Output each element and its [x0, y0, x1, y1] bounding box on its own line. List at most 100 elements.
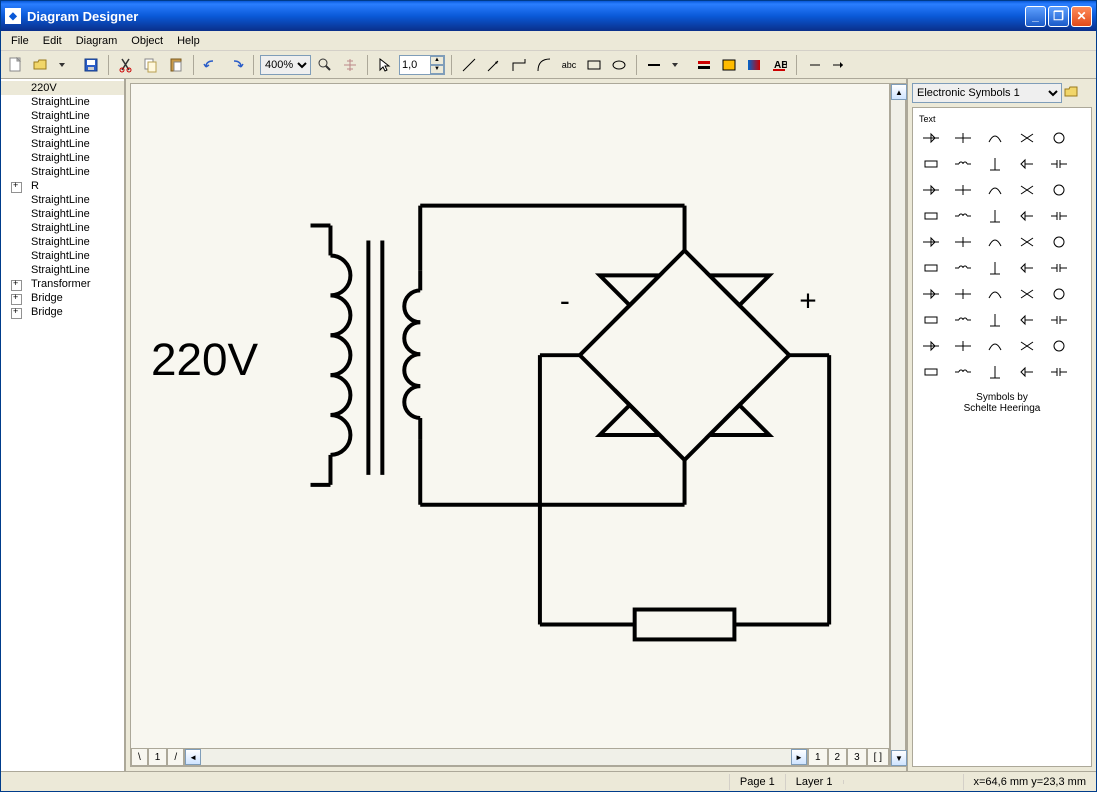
layer-tab-2[interactable]: 2 — [828, 748, 848, 766]
line-dropdown-icon[interactable] — [668, 54, 690, 76]
circuit-drawing[interactable]: 220V — [131, 84, 889, 766]
palette-text-label[interactable]: Text — [919, 114, 1085, 124]
palette-symbol[interactable] — [951, 284, 975, 304]
scroll-right-icon[interactable]: ► — [791, 749, 807, 765]
palette-symbol[interactable] — [983, 362, 1007, 382]
pointer-tool[interactable] — [374, 54, 396, 76]
palette-symbol[interactable] — [1015, 258, 1039, 278]
tree-item[interactable]: StraightLine — [1, 109, 124, 123]
linewidth-field[interactable]: ▲▼ — [399, 55, 445, 75]
palette-symbol[interactable] — [919, 258, 943, 278]
zoom-select[interactable]: 400% — [260, 55, 311, 75]
close-button[interactable]: ✕ — [1071, 6, 1092, 27]
palette-symbol[interactable] — [983, 180, 1007, 200]
text-tool[interactable]: abc — [558, 54, 580, 76]
line-color-button[interactable] — [693, 54, 715, 76]
layer-tab-3[interactable]: 3 — [847, 748, 867, 766]
save-button[interactable] — [80, 54, 102, 76]
palette-symbol[interactable] — [1047, 128, 1071, 148]
redo-button[interactable] — [225, 54, 247, 76]
palette-symbol[interactable] — [919, 284, 943, 304]
menu-help[interactable]: Help — [171, 33, 206, 49]
maximize-button[interactable]: ❐ — [1048, 6, 1069, 27]
palette-symbol[interactable] — [951, 206, 975, 226]
tree-item[interactable]: StraightLine — [1, 249, 124, 263]
tree-item[interactable]: Bridge — [1, 291, 124, 305]
object-tree[interactable]: 220VStraightLineStraightLineStraightLine… — [1, 79, 126, 771]
connector-tool[interactable] — [508, 54, 530, 76]
new-button[interactable] — [5, 54, 27, 76]
page-tab-fwd[interactable]: / — [167, 748, 184, 766]
palette-symbol[interactable] — [983, 310, 1007, 330]
palette-symbol[interactable] — [951, 232, 975, 252]
tree-item[interactable]: Transformer — [1, 277, 124, 291]
palette-symbol[interactable] — [919, 362, 943, 382]
scroll-up-icon[interactable]: ▲ — [891, 84, 907, 100]
palette-symbol[interactable] — [1015, 154, 1039, 174]
palette-symbol[interactable] — [1047, 180, 1071, 200]
palette-symbol[interactable] — [983, 154, 1007, 174]
gradient-button[interactable] — [743, 54, 765, 76]
ellipse-tool[interactable] — [608, 54, 630, 76]
palette-symbol[interactable] — [1015, 206, 1039, 226]
tree-item[interactable]: StraightLine — [1, 123, 124, 137]
palette-symbol[interactable] — [1047, 232, 1071, 252]
hscroll-track[interactable] — [201, 749, 791, 765]
palette-symbol[interactable] — [1015, 362, 1039, 382]
palette-symbol[interactable] — [983, 336, 1007, 356]
page-tab-1[interactable]: 1 — [148, 748, 168, 766]
palette-symbol[interactable] — [1047, 362, 1071, 382]
palette-symbol[interactable] — [983, 128, 1007, 148]
menu-file[interactable]: File — [5, 33, 35, 49]
palette-symbol[interactable] — [1015, 128, 1039, 148]
menu-object[interactable]: Object — [125, 33, 169, 49]
menu-diagram[interactable]: Diagram — [70, 33, 124, 49]
tree-item[interactable]: StraightLine — [1, 207, 124, 221]
rect-tool[interactable] — [583, 54, 605, 76]
arrow-end-button[interactable] — [828, 54, 850, 76]
tree-item[interactable]: StraightLine — [1, 95, 124, 109]
palette-symbol[interactable] — [951, 336, 975, 356]
tree-item[interactable]: 220V — [1, 81, 124, 95]
palette-symbol[interactable] — [919, 336, 943, 356]
menu-edit[interactable]: Edit — [37, 33, 68, 49]
palette-symbol[interactable] — [1015, 310, 1039, 330]
tree-item[interactable]: StraightLine — [1, 193, 124, 207]
palette-symbol[interactable] — [919, 154, 943, 174]
palette-library-select[interactable]: Electronic Symbols 1 — [912, 83, 1062, 103]
palette-symbol[interactable] — [1047, 284, 1071, 304]
palette-symbol[interactable] — [1047, 154, 1071, 174]
palette-symbol[interactable] — [1015, 180, 1039, 200]
palette-symbol[interactable] — [951, 310, 975, 330]
palette-symbol[interactable] — [951, 362, 975, 382]
undo-button[interactable] — [200, 54, 222, 76]
open-button[interactable] — [30, 54, 52, 76]
palette-symbol[interactable] — [983, 284, 1007, 304]
cut-button[interactable] — [115, 54, 137, 76]
palette-symbol[interactable] — [983, 232, 1007, 252]
palette-symbol[interactable] — [919, 128, 943, 148]
palette-symbol[interactable] — [951, 180, 975, 200]
palette-symbol[interactable] — [919, 310, 943, 330]
palette-symbol[interactable] — [951, 154, 975, 174]
palette-symbol[interactable] — [919, 206, 943, 226]
tree-item[interactable]: StraightLine — [1, 151, 124, 165]
line-tool[interactable] — [458, 54, 480, 76]
layer-tab-1[interactable]: 1 — [808, 748, 828, 766]
fill-color-button[interactable] — [718, 54, 740, 76]
vscroll-track[interactable] — [891, 100, 905, 750]
palette-symbol[interactable] — [1047, 206, 1071, 226]
paste-button[interactable] — [165, 54, 187, 76]
palette-symbol[interactable] — [951, 258, 975, 278]
palette-symbol[interactable] — [1047, 310, 1071, 330]
tree-item[interactable]: Bridge — [1, 305, 124, 319]
pan-button[interactable] — [339, 54, 361, 76]
open-dropdown-icon[interactable] — [55, 54, 77, 76]
text-color-button[interactable]: AB — [768, 54, 790, 76]
zoom-button[interactable] — [314, 54, 336, 76]
spinner-buttons[interactable]: ▲▼ — [430, 56, 444, 74]
tree-item[interactable]: StraightLine — [1, 165, 124, 179]
layer-tab-new[interactable]: [ ] — [867, 748, 889, 766]
palette-body[interactable]: Text Symbols by Schelte Heeringa — [912, 107, 1092, 767]
palette-symbol[interactable] — [1015, 232, 1039, 252]
